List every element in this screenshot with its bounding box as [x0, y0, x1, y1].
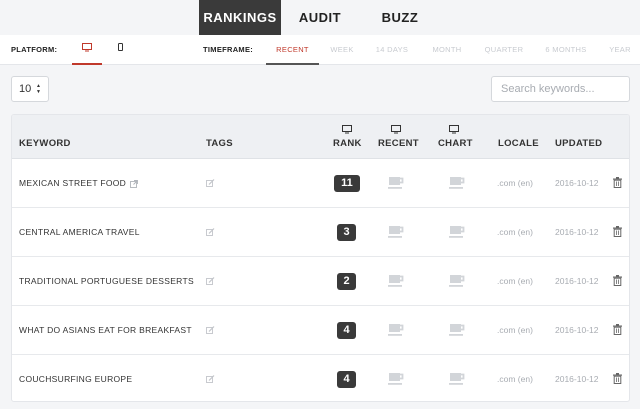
delete-trash-icon[interactable] [613, 177, 622, 188]
timeframe-label: TIMEFRAME: [203, 45, 254, 54]
delete-trash-icon[interactable] [613, 324, 622, 335]
rank-badge: 4 [337, 371, 356, 388]
locale-text: .com (en) [497, 227, 533, 237]
timeframe-month[interactable]: MONTH [425, 35, 469, 65]
search-input[interactable] [491, 76, 630, 102]
chart-coffee-icon[interactable] [449, 274, 466, 288]
keyword-link[interactable]: CENTRAL AMERICA TRAVEL [19, 208, 140, 257]
table-row: MEXICAN STREET FOOD 11 .com (en) 2016-10… [12, 159, 629, 208]
table-row: COUCHSURFING EUROPE 4 .com (en) 2016-10-… [12, 355, 629, 401]
chart-coffee-icon[interactable] [449, 372, 466, 386]
recent-coffee-icon[interactable] [388, 274, 405, 288]
locale-text: .com (en) [497, 276, 533, 286]
desktop-icon [391, 125, 401, 134]
keyword-text: CENTRAL AMERICA TRAVEL [19, 227, 140, 237]
header-rank[interactable]: RANK [333, 138, 362, 149]
header-keyword[interactable]: KEYWORD [19, 138, 71, 149]
updated-date: 2016-10-12 [555, 276, 599, 286]
timeframe-14-days[interactable]: 14 DAYS [370, 35, 414, 65]
timeframe-quarter[interactable]: QUARTER [480, 35, 528, 65]
keyword-link[interactable]: TRADITIONAL PORTUGUESE DESSERTS [19, 257, 194, 306]
timeframe-year[interactable]: YEAR [603, 35, 637, 65]
external-link-icon[interactable] [130, 179, 139, 188]
keyword-link[interactable]: MEXICAN STREET FOOD [19, 159, 139, 208]
edit-tags-icon[interactable] [206, 228, 215, 237]
desktop-icon [342, 125, 352, 134]
timeframe-week[interactable]: WEEK [325, 35, 359, 65]
keyword-link[interactable]: COUCHSURFING EUROPE [19, 355, 133, 401]
header-chart[interactable]: CHART [438, 138, 473, 149]
select-arrows-icon: ▲ ▼ [36, 83, 41, 95]
table-row: WHAT DO ASIANS EAT FOR BREAKFAST 4 .com … [12, 306, 629, 355]
platform-label: PLATFORM: [11, 45, 58, 54]
timeframe-6-months[interactable]: 6 MONTHS [539, 35, 593, 65]
updated-date: 2016-10-12 [555, 374, 599, 384]
filter-bar: PLATFORM: TIMEFRAME: RECENT WEEK 14 DAYS… [0, 35, 640, 65]
table-row: CENTRAL AMERICA TRAVEL 3 .com (en) 2016-… [12, 208, 629, 257]
keyword-table: KEYWORD TAGS RANK RECENT CHART LOCALE UP… [11, 114, 630, 402]
recent-coffee-icon[interactable] [388, 323, 405, 337]
chart-coffee-icon[interactable] [449, 225, 466, 239]
per-page-select[interactable]: 10 ▲ ▼ [11, 76, 49, 102]
tab-rankings[interactable]: RANKINGS [199, 0, 281, 35]
updated-date: 2016-10-12 [555, 227, 599, 237]
updated-date: 2016-10-12 [555, 178, 599, 188]
recent-coffee-icon[interactable] [388, 176, 405, 190]
keyword-text: MEXICAN STREET FOOD [19, 178, 127, 188]
recent-coffee-icon[interactable] [388, 372, 405, 386]
timeframe-recent[interactable]: RECENT [266, 35, 319, 65]
rank-badge: 2 [337, 273, 356, 290]
tab-audit[interactable]: AUDIT [285, 0, 355, 35]
header-updated[interactable]: UPDATED [555, 138, 602, 149]
desktop-icon [449, 125, 459, 134]
keyword-text: COUCHSURFING EUROPE [19, 374, 133, 384]
edit-tags-icon[interactable] [206, 326, 215, 335]
header-recent[interactable]: RECENT [378, 138, 419, 149]
per-page-value: 10 [19, 83, 32, 95]
main-tabs: RANKINGS AUDIT BUZZ [0, 0, 640, 35]
keyword-link[interactable]: WHAT DO ASIANS EAT FOR BREAKFAST [19, 306, 192, 355]
table-header: KEYWORD TAGS RANK RECENT CHART LOCALE UP… [12, 115, 629, 159]
updated-date: 2016-10-12 [555, 325, 599, 335]
delete-trash-icon[interactable] [613, 373, 622, 384]
delete-trash-icon[interactable] [613, 275, 622, 286]
locale-text: .com (en) [497, 374, 533, 384]
keyword-text: TRADITIONAL PORTUGUESE DESSERTS [19, 276, 194, 286]
recent-coffee-icon[interactable] [388, 225, 405, 239]
delete-trash-icon[interactable] [613, 226, 622, 237]
platform-mobile-button[interactable] [105, 43, 135, 65]
platform-desktop-button[interactable] [72, 43, 102, 65]
locale-text: .com (en) [497, 178, 533, 188]
tab-buzz[interactable]: BUZZ [365, 0, 435, 35]
chart-coffee-icon[interactable] [449, 176, 466, 190]
edit-tags-icon[interactable] [206, 179, 215, 188]
mobile-icon [117, 43, 123, 51]
rank-badge: 11 [334, 175, 360, 192]
header-tags[interactable]: TAGS [206, 138, 233, 149]
rank-badge: 4 [337, 322, 356, 339]
rank-badge: 3 [337, 224, 356, 241]
header-locale[interactable]: LOCALE [498, 138, 539, 149]
locale-text: .com (en) [497, 325, 533, 335]
chart-coffee-icon[interactable] [449, 323, 466, 337]
table-row: TRADITIONAL PORTUGUESE DESSERTS 2 .com (… [12, 257, 629, 306]
keyword-text: WHAT DO ASIANS EAT FOR BREAKFAST [19, 325, 192, 335]
edit-tags-icon[interactable] [206, 375, 215, 384]
desktop-icon [82, 43, 92, 52]
edit-tags-icon[interactable] [206, 277, 215, 286]
